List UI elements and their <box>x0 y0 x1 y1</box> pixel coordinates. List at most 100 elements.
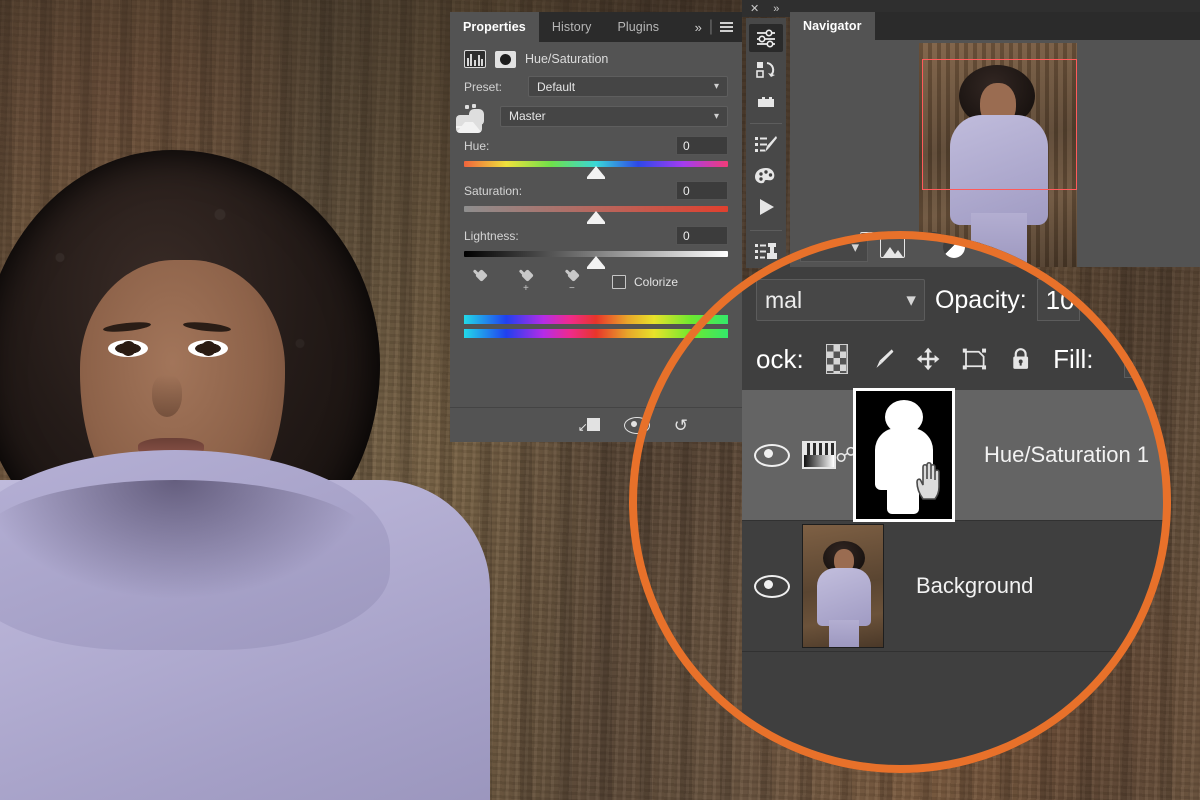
chevron-down-icon: ▾ <box>713 81 719 92</box>
sidebar-item-actions-history[interactable] <box>749 55 783 83</box>
lock-icon-magnified <box>1170 524 1171 536</box>
lock-row-magnified: ock: Fill: 100 <box>742 328 1171 390</box>
saturation-input[interactable]: 0 <box>676 181 728 200</box>
eyedropper-subtract-sign: − <box>569 283 575 294</box>
lightness-slider-thumb[interactable] <box>587 256 605 269</box>
subject-pupil-left <box>121 341 136 356</box>
panel-controls: » | <box>695 12 742 42</box>
tab-history-label: History <box>551 20 592 34</box>
blend-mode-row-magnified: mal ▾ Opacity: 10 <box>742 272 1171 328</box>
rail-divider <box>750 123 782 125</box>
on-image-adjust-icon[interactable] <box>456 104 490 133</box>
hue-slider-thumb[interactable] <box>587 166 605 179</box>
layer-visibility-cell-magnified[interactable] <box>742 443 802 467</box>
preset-label: Preset: <box>464 79 503 94</box>
page-title: Hue/Saturation <box>525 52 609 66</box>
preset-row: Preset: Default ▾ <box>450 76 742 97</box>
opacity-input-magnified[interactable]: 10 <box>1036 279 1080 321</box>
fill-input-magnified[interactable]: 100% <box>1123 340 1172 378</box>
navigator-view-box[interactable] <box>922 59 1077 190</box>
layer-thumbnail-magnified[interactable] <box>802 524 884 648</box>
eyedropper-add-icon[interactable]: + <box>514 269 534 294</box>
tab-properties-label: Properties <box>463 20 526 34</box>
eye-visibility-icon-magnified[interactable] <box>754 443 790 467</box>
close-icon[interactable]: ✕ <box>750 2 759 15</box>
fill-label-magnified: Fill: <box>1053 343 1094 374</box>
colorize-checkbox[interactable] <box>612 275 626 289</box>
blend-mode-select-magnified[interactable]: mal ▾ <box>756 279 925 321</box>
sidebar-item-adjustments[interactable] <box>749 24 783 53</box>
hue-input[interactable]: 0 <box>676 136 728 155</box>
sidebar-item-libraries[interactable] <box>749 87 783 115</box>
subject-pupil-right <box>201 341 216 356</box>
tab-plugins-label: Plugins <box>617 20 660 34</box>
channel-row: Master ▾ <box>450 104 742 133</box>
navigator-tabbar: Navigator <box>790 12 1200 40</box>
sidebar-item-swatches[interactable] <box>749 162 783 190</box>
actions-play-icon <box>760 199 774 216</box>
layer-visibility-cell-magnified-2[interactable] <box>742 574 802 598</box>
eye-visibility-icon-magnified-2[interactable] <box>754 574 790 598</box>
saturation-row: Saturation: 0 <box>450 181 742 200</box>
magnifier-content: ▾ mal ▾ Opacity: 10 ock: Fill: 100 ☍ Hue… <box>629 231 1171 773</box>
link-mask-icon-magnified[interactable]: ☍ <box>835 440 856 470</box>
navigator-panel: Navigator <box>790 12 1200 267</box>
double-chevron-right-icon[interactable]: » <box>773 3 779 15</box>
double-chevron-right-icon[interactable]: » <box>695 20 702 35</box>
hamburger-menu-icon[interactable] <box>720 21 733 33</box>
sidebar-item-brush-settings[interactable] <box>749 130 783 158</box>
hue-saturation-adjustment-icon <box>464 50 486 68</box>
eyedropper-add-sign: + <box>523 283 529 294</box>
saturation-value: 0 <box>683 183 690 198</box>
actions-history-icon <box>756 61 775 78</box>
hand-cursor-icon-magnified <box>916 461 940 500</box>
channel-value: Master <box>509 109 546 123</box>
saturation-slider-thumb[interactable] <box>587 211 605 224</box>
hue-saturation-adjustment-icon-magnified[interactable] <box>802 441 836 469</box>
photo-subject <box>0 150 500 800</box>
layer-mask-icon <box>495 50 516 68</box>
layer-name-magnified-2: Background <box>916 573 1034 598</box>
clip-to-layer-icon[interactable]: ↙ <box>578 417 600 434</box>
lock-position-icon-magnified[interactable] <box>916 342 940 376</box>
screenshot-stage: ✕ » Navigator Properties History Plugins… <box>0 0 1200 800</box>
tab-navigator-label: Navigator <box>803 19 862 33</box>
opacity-slider-thumb-magnified[interactable] <box>1164 293 1171 307</box>
tab-properties[interactable]: Properties <box>450 12 539 42</box>
sidebar-item-actions-play[interactable] <box>749 193 783 221</box>
chevron-down-icon: ▾ <box>906 289 916 311</box>
subject-nose <box>152 375 182 417</box>
channel-select[interactable]: Master ▾ <box>500 105 728 127</box>
lock-transparent-pixels-icon-magnified[interactable] <box>825 344 848 374</box>
lock-artboard-nesting-icon-magnified[interactable] <box>962 343 988 375</box>
opacity-slider-track-magnified[interactable] <box>1089 298 1148 302</box>
opacity-label-magnified: Opacity: <box>934 285 1027 314</box>
lock-image-pixels-icon-magnified[interactable] <box>870 343 894 375</box>
table-row-magnified[interactable]: ☍ Hue/Saturation 1 <box>742 388 1171 522</box>
adjustments-icon <box>757 29 775 48</box>
lock-label-magnified: ock: <box>756 343 804 374</box>
properties-tabbar: Properties History Plugins » | <box>450 12 742 42</box>
fill-value-magnified: 100% <box>1124 343 1172 374</box>
tab-history[interactable]: History <box>539 12 605 42</box>
adjustment-layer-filter-icon-magnified[interactable] <box>943 236 965 258</box>
tab-navigator[interactable]: Navigator <box>790 12 875 40</box>
swatches-palette-icon <box>755 167 775 184</box>
eyedropper-subtract-icon[interactable]: − <box>560 269 580 294</box>
chevron-down-icon: ▾ <box>713 110 719 122</box>
eyedropper-icon[interactable] <box>468 269 488 293</box>
hue-slider-track[interactable] <box>464 161 728 179</box>
brush-settings-icon <box>755 136 777 153</box>
preset-select[interactable]: Default ▾ <box>528 76 728 97</box>
layer-name-magnified: Hue/Saturation 1 <box>984 442 1150 467</box>
hue-value: 0 <box>683 138 690 153</box>
saturation-slider-track[interactable] <box>464 206 728 224</box>
layer-mask-thumbnail-magnified[interactable] <box>853 388 955 522</box>
lock-all-icon-magnified[interactable] <box>1010 342 1031 376</box>
hue-row: Hue: 0 <box>450 136 742 155</box>
pixel-layer-filter-icon-magnified[interactable] <box>880 236 905 258</box>
tab-plugins[interactable]: Plugins <box>604 12 672 42</box>
blend-mode-value-magnified: mal <box>765 286 803 313</box>
table-row-magnified-2[interactable]: Background <box>742 521 1171 652</box>
hue-label: Hue: <box>464 138 490 153</box>
